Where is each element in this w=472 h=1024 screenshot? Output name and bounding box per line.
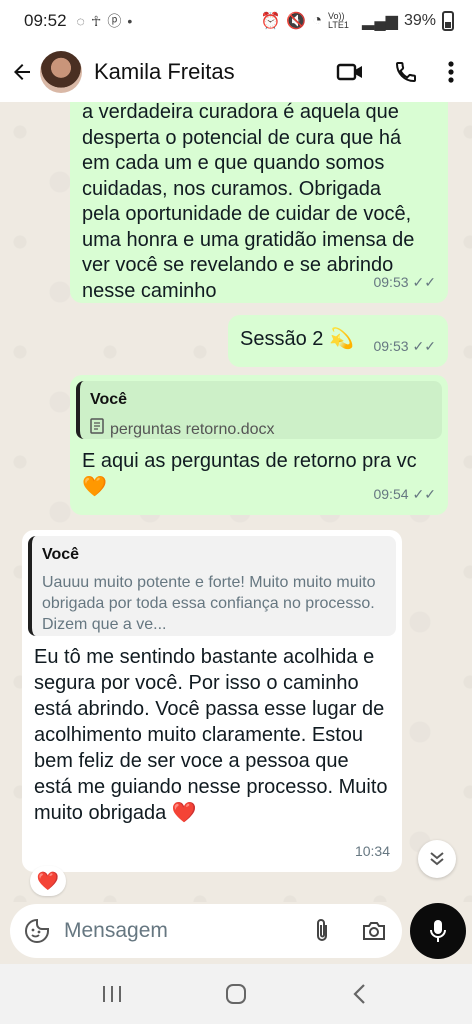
battery-percent: 39% xyxy=(403,12,436,29)
more-options-icon[interactable] xyxy=(448,60,454,84)
quoted-message[interactable]: Você perguntas retorno.docx xyxy=(76,381,442,439)
message-reaction[interactable]: ❤️ xyxy=(30,866,66,896)
quoted-document: perguntas retorno.docx xyxy=(90,417,432,443)
quoted-text: Uauuu muito potente e forte! Muito muito… xyxy=(42,573,376,633)
video-call-icon[interactable] xyxy=(336,60,364,84)
message-composer xyxy=(10,904,402,958)
network-label: Vo)) LTE1 xyxy=(328,11,349,30)
notification-icons: ◌ ☥ ⓟ • xyxy=(77,11,133,31)
message-bubble-outgoing[interactable]: Você perguntas retorno.docx E aqui as pe… xyxy=(70,375,448,515)
emoji-sticker-icon[interactable] xyxy=(24,918,50,944)
recent-apps-icon[interactable] xyxy=(92,974,132,1014)
alarm-icon: ⏰ xyxy=(260,13,281,30)
scroll-down-icon[interactable] xyxy=(418,840,456,878)
message-meta: 10:34 xyxy=(355,839,390,865)
message-time: 09:54 xyxy=(373,485,409,502)
header-actions xyxy=(336,60,462,84)
system-nav-bar xyxy=(0,964,472,1024)
more-notifications-dot-icon: • xyxy=(127,13,133,29)
nav-back-icon[interactable] xyxy=(340,974,380,1014)
double-check-icon: ✓✓ xyxy=(412,273,436,290)
battery-icon xyxy=(442,11,454,31)
message-time: 09:53 xyxy=(373,337,409,354)
pinterest-icon: ⓟ xyxy=(107,13,122,29)
message-text: Eu tô me sentindo bastante acolhida e se… xyxy=(34,646,388,824)
quoted-document-name: perguntas retorno.docx xyxy=(110,420,275,438)
message-input[interactable] xyxy=(64,919,284,943)
status-time: 09:52 xyxy=(24,11,67,30)
microphone-icon[interactable] xyxy=(410,903,466,959)
message-bubble-incoming[interactable]: Você Uauuu muito potente e forte! Muito … xyxy=(22,530,402,872)
back-arrow-icon[interactable] xyxy=(10,60,34,84)
message-text: a verdadeira curadora é aquela que despe… xyxy=(82,102,415,302)
camera-icon[interactable] xyxy=(360,917,388,945)
mute-icon: 🔇 xyxy=(286,13,307,30)
home-icon[interactable] xyxy=(216,974,256,1014)
double-check-icon: ✓✓ xyxy=(412,337,436,354)
message-meta: 09:53 ✓✓ xyxy=(373,334,436,360)
double-check-icon: ✓✓ xyxy=(412,485,436,502)
message-bubble-outgoing[interactable]: Sessão 2 💫 09:53 ✓✓ xyxy=(228,315,448,367)
phone-icon[interactable] xyxy=(394,60,418,84)
avatar[interactable] xyxy=(40,51,82,93)
message-meta: 09:54 ✓✓ xyxy=(373,482,436,508)
paperclip-icon[interactable] xyxy=(308,917,336,945)
document-icon xyxy=(90,417,104,443)
status-bar: 09:52 ◌ ☥ ⓟ • ⏰ 🔇 ◔ Vo)) LTE1 ▂▄▆ 39% xyxy=(0,0,472,42)
whatsapp-notification-icon: ◌ xyxy=(76,13,85,29)
quoted-message[interactable]: Você Uauuu muito potente e forte! Muito … xyxy=(28,536,396,636)
activity-icon: ☥ xyxy=(90,12,102,29)
message-list[interactable]: a verdadeira curadora é aquela que despe… xyxy=(0,102,472,902)
message-bubble-outgoing[interactable]: a verdadeira curadora é aquela que despe… xyxy=(70,102,448,303)
message-time: 10:34 xyxy=(354,842,390,859)
status-right: ⏰ 🔇 ◔ Vo)) LTE1 ▂▄▆ 39% xyxy=(260,11,454,31)
message-time: 09:53 xyxy=(373,273,409,290)
wifi-icon: ◔ xyxy=(312,12,323,29)
chat-header: Kamila Freitas xyxy=(0,42,472,102)
message-meta: 09:53 ✓✓ xyxy=(373,270,436,296)
signal-icon: ▂▄▆ xyxy=(362,13,398,30)
quoted-author: Você xyxy=(42,546,80,563)
quoted-author: Você xyxy=(90,391,128,408)
contact-name[interactable]: Kamila Freitas xyxy=(94,59,235,85)
